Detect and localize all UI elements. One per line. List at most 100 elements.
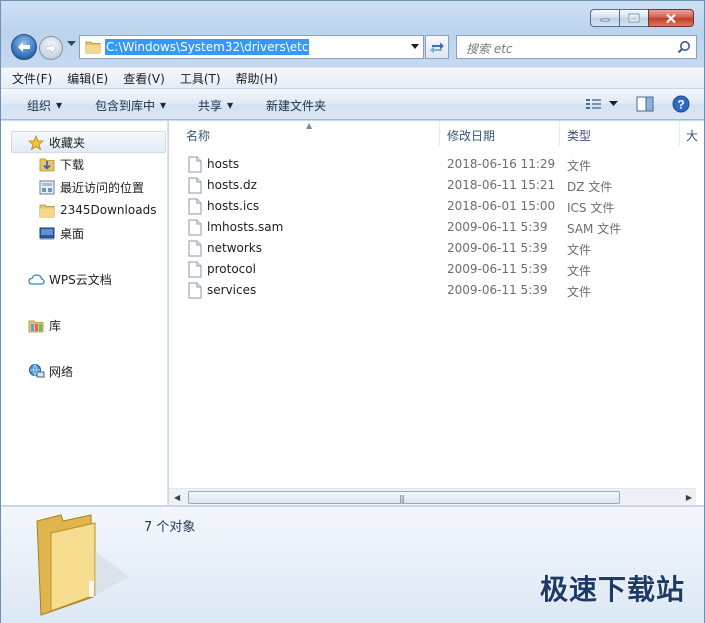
include-in-library-button[interactable]: 包含到库中 ▼	[95, 97, 166, 114]
nav-wps-label: WPS云文档	[49, 272, 112, 287]
horizontal-scrollbar[interactable]: ◀ ||| ▶	[169, 488, 696, 505]
file-type: ICS 文件	[567, 201, 615, 215]
history-dropdown-icon[interactable]	[67, 41, 76, 47]
preview-pane-icon[interactable]	[636, 96, 654, 112]
back-button[interactable]	[11, 34, 37, 60]
minimize-button[interactable]	[590, 9, 619, 27]
nav-libraries[interactable]: 库	[27, 315, 61, 335]
nav-library-label: 库	[49, 318, 62, 333]
minimize-icon	[600, 18, 610, 22]
file-type: 文件	[567, 159, 592, 173]
nav-desktop[interactable]: 桌面	[38, 223, 84, 243]
new-folder-button[interactable]: 新建文件夹	[266, 97, 326, 114]
scroll-left-icon[interactable]: ◀	[174, 493, 180, 502]
search-box[interactable]: 搜索 etc	[456, 35, 697, 59]
file-row[interactable]: lmhosts.sam 2009-06-11 5:39 SAM 文件	[169, 217, 704, 238]
address-path[interactable]: C:\Windows\System32\drivers\etc	[105, 39, 310, 55]
file-date: 2009-06-11 5:39	[447, 220, 548, 234]
column-header-size[interactable]: 大	[686, 127, 698, 144]
file-icon	[188, 240, 202, 257]
file-icon	[188, 198, 202, 215]
menu-bar: 文件(F) 编辑(E) 查看(V) 工具(T) 帮助(H)	[1, 67, 704, 88]
refresh-button[interactable]	[425, 35, 449, 59]
object-count: 7 个对象	[144, 520, 196, 535]
help-icon[interactable]: ?	[672, 95, 690, 113]
view-options-icon[interactable]	[585, 97, 603, 111]
file-name: hosts.dz	[207, 178, 257, 192]
nav-2345downloads-label: 2345Downloads	[60, 203, 157, 217]
search-placeholder: 搜索 etc	[466, 42, 513, 56]
file-list-pane: ▲ 名称 修改日期 类型 大 hosts 2018-06-16 11:29 文件…	[169, 121, 704, 505]
address-dropdown-icon[interactable]	[411, 44, 419, 49]
file-icon	[188, 282, 202, 299]
menu-view[interactable]: 查看(V)	[123, 70, 165, 87]
column-header-name[interactable]: 名称	[186, 127, 210, 144]
file-date: 2009-06-11 5:39	[447, 241, 548, 255]
close-button[interactable]	[648, 9, 694, 27]
desktop-icon	[39, 227, 55, 240]
file-date: 2018-06-11 15:21	[447, 178, 556, 192]
file-name: networks	[207, 241, 262, 255]
explorer-window: C:\Windows\System32\drivers\etc 搜索 etc 文…	[0, 0, 705, 623]
file-type: 文件	[567, 243, 592, 257]
menu-help[interactable]: 帮助(H)	[236, 70, 278, 87]
share-button[interactable]: 共享 ▼	[198, 97, 233, 114]
command-bar: 组织 ▼ 包含到库中 ▼ 共享 ▼ 新建文件夹 ?	[1, 88, 704, 120]
nav-favorites[interactable]: 收藏夹	[27, 132, 85, 152]
close-icon	[666, 13, 676, 23]
file-date: 2018-06-01 15:00	[447, 199, 556, 213]
file-row[interactable]: hosts 2018-06-16 11:29 文件	[169, 154, 704, 175]
address-bar[interactable]: C:\Windows\System32\drivers\etc	[79, 35, 424, 59]
forward-button[interactable]	[39, 36, 63, 60]
nav-favorites-label: 收藏夹	[49, 135, 86, 150]
refresh-icon	[430, 42, 444, 54]
search-icon[interactable]	[677, 40, 691, 54]
menu-edit[interactable]: 编辑(E)	[67, 70, 108, 87]
scrollbar-thumb[interactable]: |||	[188, 491, 620, 504]
maximize-icon	[628, 13, 640, 23]
cloud-icon	[27, 273, 45, 285]
file-row[interactable]: hosts.ics 2018-06-01 15:00 ICS 文件	[169, 196, 704, 217]
back-arrow-icon	[18, 42, 30, 52]
nav-network[interactable]: 网络	[27, 361, 73, 381]
file-type: 文件	[567, 264, 592, 278]
file-row[interactable]: hosts.dz 2018-06-11 15:21 DZ 文件	[169, 175, 704, 196]
file-row[interactable]: services 2009-06-11 5:39 文件	[169, 280, 704, 301]
recent-places-icon	[39, 180, 55, 194]
column-header-type[interactable]: 类型	[567, 127, 591, 144]
organize-button[interactable]: 组织 ▼	[27, 97, 62, 114]
nav-2345downloads[interactable]: 2345Downloads	[38, 200, 156, 220]
view-dropdown-icon[interactable]	[609, 101, 618, 107]
library-icon	[28, 320, 44, 332]
file-row[interactable]: protocol 2009-06-11 5:39 文件	[169, 259, 704, 280]
file-icon	[188, 261, 202, 278]
nav-recent-places[interactable]: 最近访问的位置	[38, 177, 144, 197]
file-type: 文件	[567, 285, 592, 299]
column-headers: ▲ 名称 修改日期 类型 大	[169, 121, 704, 146]
sort-ascending-icon: ▲	[306, 121, 313, 130]
star-icon	[28, 134, 44, 150]
share-label: 共享	[198, 99, 223, 113]
nav-wps-cloud[interactable]: WPS云文档	[27, 269, 112, 289]
folder-icon	[39, 204, 55, 217]
file-row[interactable]: networks 2009-06-11 5:39 文件	[169, 238, 704, 259]
column-divider[interactable]	[439, 121, 440, 146]
svg-text:?: ?	[677, 98, 684, 112]
file-date: 2018-06-16 11:29	[447, 157, 556, 171]
file-name: protocol	[207, 262, 256, 276]
details-pane: 7 个对象 极速下载站	[1, 506, 704, 623]
maximize-button[interactable]	[619, 9, 648, 27]
menu-tools[interactable]: 工具(T)	[180, 70, 221, 87]
scroll-right-icon[interactable]: ▶	[686, 493, 692, 502]
file-type: SAM 文件	[567, 222, 622, 236]
scrollbar-grip-icon: |||	[399, 494, 405, 503]
column-divider[interactable]	[679, 121, 680, 146]
file-date: 2009-06-11 5:39	[447, 262, 548, 276]
nav-downloads[interactable]: 下载	[38, 154, 84, 174]
file-icon	[188, 219, 202, 236]
column-divider[interactable]	[559, 121, 560, 146]
file-icon	[188, 156, 202, 173]
column-header-date[interactable]: 修改日期	[447, 127, 495, 144]
menu-file[interactable]: 文件(F)	[12, 70, 52, 87]
folder-icon	[85, 41, 101, 54]
